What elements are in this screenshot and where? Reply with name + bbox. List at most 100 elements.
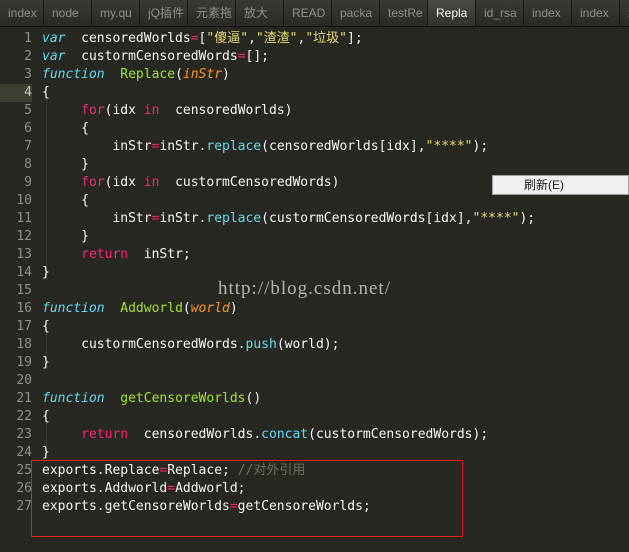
code-token: censoredWorlds. bbox=[128, 427, 262, 442]
tab-9[interactable]: Repla bbox=[428, 0, 476, 26]
code-text: function getCensoreWorlds() bbox=[42, 390, 261, 408]
code-line[interactable]: 2 var custormCensoredWords=[]; bbox=[0, 48, 629, 66]
code-line[interactable]: 16 function Addworld(world) bbox=[0, 300, 629, 318]
tab-2[interactable]: my.qu bbox=[92, 0, 140, 26]
line-number: 21 bbox=[16, 391, 32, 406]
code-token: for bbox=[81, 103, 105, 118]
code-text: for(idx in censoredWorlds) bbox=[42, 102, 292, 120]
line-number: 11 bbox=[16, 211, 32, 226]
line-number: 18 bbox=[16, 337, 32, 352]
tab-10[interactable]: id_rsa bbox=[476, 0, 524, 26]
code-line[interactable]: 5 for(idx in censoredWorlds) bbox=[0, 102, 629, 120]
code-line[interactable]: 13 return inStr; bbox=[0, 246, 629, 264]
code-text: } bbox=[42, 156, 89, 174]
line-number: 23 bbox=[16, 427, 32, 442]
code-text: custormCensoredWords.push(world); bbox=[42, 336, 339, 354]
line-number: 25 bbox=[16, 463, 32, 478]
tab-11[interactable]: index bbox=[524, 0, 572, 26]
tab-5[interactable]: 放大 bbox=[236, 0, 284, 26]
watermark-text: http://blog.csdn.net/ bbox=[218, 278, 391, 299]
code-token: "傻逼" bbox=[206, 31, 249, 46]
code-token: var bbox=[42, 31, 66, 46]
code-token: function bbox=[42, 391, 105, 406]
code-token: function bbox=[42, 301, 105, 316]
tab-3[interactable]: jQ插件 bbox=[140, 0, 188, 26]
code-token: []; bbox=[245, 49, 269, 64]
code-token: getCensoreWorlds bbox=[120, 391, 246, 406]
code-token: "渣渣" bbox=[255, 31, 298, 46]
code-token: Replace bbox=[120, 67, 176, 82]
code-line[interactable]: 6 { bbox=[0, 120, 629, 138]
code-line[interactable]: 21 function getCensoreWorlds() bbox=[0, 390, 629, 408]
code-token: push bbox=[245, 337, 277, 352]
line-number: 14 bbox=[16, 265, 32, 280]
line-number: 27 bbox=[16, 499, 32, 514]
code-token: "****" bbox=[472, 211, 520, 226]
code-text: for(idx in custormCensoredWords) bbox=[42, 174, 339, 192]
code-line[interactable]: 22 { bbox=[0, 408, 629, 426]
code-text: function Addworld(world) bbox=[42, 300, 238, 318]
code-token: Addworld bbox=[120, 301, 183, 316]
code-token: concat bbox=[261, 427, 309, 442]
code-line[interactable]: 1 var censoredWorlds=["傻逼","渣渣","垃圾"]; bbox=[0, 30, 629, 48]
tab-1[interactable]: node bbox=[44, 0, 92, 26]
code-line[interactable]: 20 bbox=[0, 372, 629, 390]
line-number: 10 bbox=[16, 193, 32, 208]
code-line[interactable]: 18 custormCensoredWords.push(world); bbox=[0, 336, 629, 354]
code-token: (custormCensoredWords[idx], bbox=[261, 211, 473, 226]
code-token: world bbox=[190, 301, 230, 316]
code-text: var custormCensoredWords=[]; bbox=[42, 48, 269, 66]
code-token: ]; bbox=[347, 31, 363, 46]
code-text: var censoredWorlds=["傻逼","渣渣","垃圾"]; bbox=[42, 30, 363, 48]
tab-8[interactable]: testRe bbox=[380, 0, 428, 26]
line-number: 24 bbox=[16, 445, 32, 460]
line-number: 2 bbox=[24, 49, 32, 64]
code-token: for bbox=[81, 175, 105, 190]
tab-6[interactable]: READ bbox=[284, 0, 332, 26]
context-menu-item-refresh[interactable]: 刷新(E) bbox=[524, 176, 564, 194]
code-text: return inStr; bbox=[42, 246, 191, 264]
code-token: replace bbox=[206, 139, 262, 154]
line-number: 6 bbox=[24, 121, 32, 136]
code-token: { bbox=[42, 409, 50, 424]
code-line[interactable]: 8 } bbox=[0, 156, 629, 174]
code-token: return bbox=[81, 427, 129, 442]
code-text: function Replace(inStr) bbox=[42, 66, 230, 84]
code-line[interactable]: 12 } bbox=[0, 228, 629, 246]
code-line[interactable]: 7 inStr=inStr.replace(censoredWorlds[idx… bbox=[0, 138, 629, 156]
tab-4[interactable]: 元素拖 bbox=[188, 0, 236, 26]
code-token: custormCensoredWords. bbox=[42, 337, 246, 352]
tab-12[interactable]: index bbox=[572, 0, 620, 26]
code-text: { bbox=[42, 408, 50, 426]
code-token: custormCensoredWords) bbox=[159, 175, 340, 190]
code-token: (idx bbox=[104, 175, 144, 190]
code-line[interactable]: 17 { bbox=[0, 318, 629, 336]
code-token: ( bbox=[175, 67, 183, 82]
tab-0[interactable]: index bbox=[0, 0, 44, 26]
code-text: inStr=inStr.replace(custormCensoredWords… bbox=[42, 210, 535, 228]
code-text: } bbox=[42, 264, 50, 282]
code-token: inStr bbox=[182, 67, 223, 82]
code-line[interactable]: 4{ bbox=[0, 84, 629, 102]
tab-7[interactable]: packa bbox=[332, 0, 380, 26]
red-highlight-box bbox=[31, 460, 463, 537]
code-line[interactable]: 11 inStr=inStr.replace(custormCensoredWo… bbox=[0, 210, 629, 228]
code-text: } bbox=[42, 228, 89, 246]
code-token: censoredWorlds bbox=[65, 31, 191, 46]
context-menu[interactable]: 刷新(E) bbox=[492, 175, 629, 195]
code-token: function bbox=[42, 67, 105, 82]
code-token: var bbox=[42, 49, 66, 64]
code-line[interactable]: 3 function Replace(inStr) bbox=[0, 66, 629, 84]
code-token: () bbox=[245, 391, 262, 406]
code-token: replace bbox=[206, 211, 262, 226]
code-token: (world); bbox=[276, 337, 340, 352]
tab-13[interactable]: x.htr bbox=[620, 0, 629, 26]
line-number: 4 bbox=[0, 84, 32, 102]
code-line[interactable]: 23 return censoredWorlds.concat(custormC… bbox=[0, 426, 629, 444]
code-line[interactable]: 19} bbox=[0, 354, 629, 372]
code-token: custormCensoredWords bbox=[65, 49, 238, 64]
line-number: 8 bbox=[24, 157, 32, 172]
code-text: } bbox=[42, 354, 50, 372]
